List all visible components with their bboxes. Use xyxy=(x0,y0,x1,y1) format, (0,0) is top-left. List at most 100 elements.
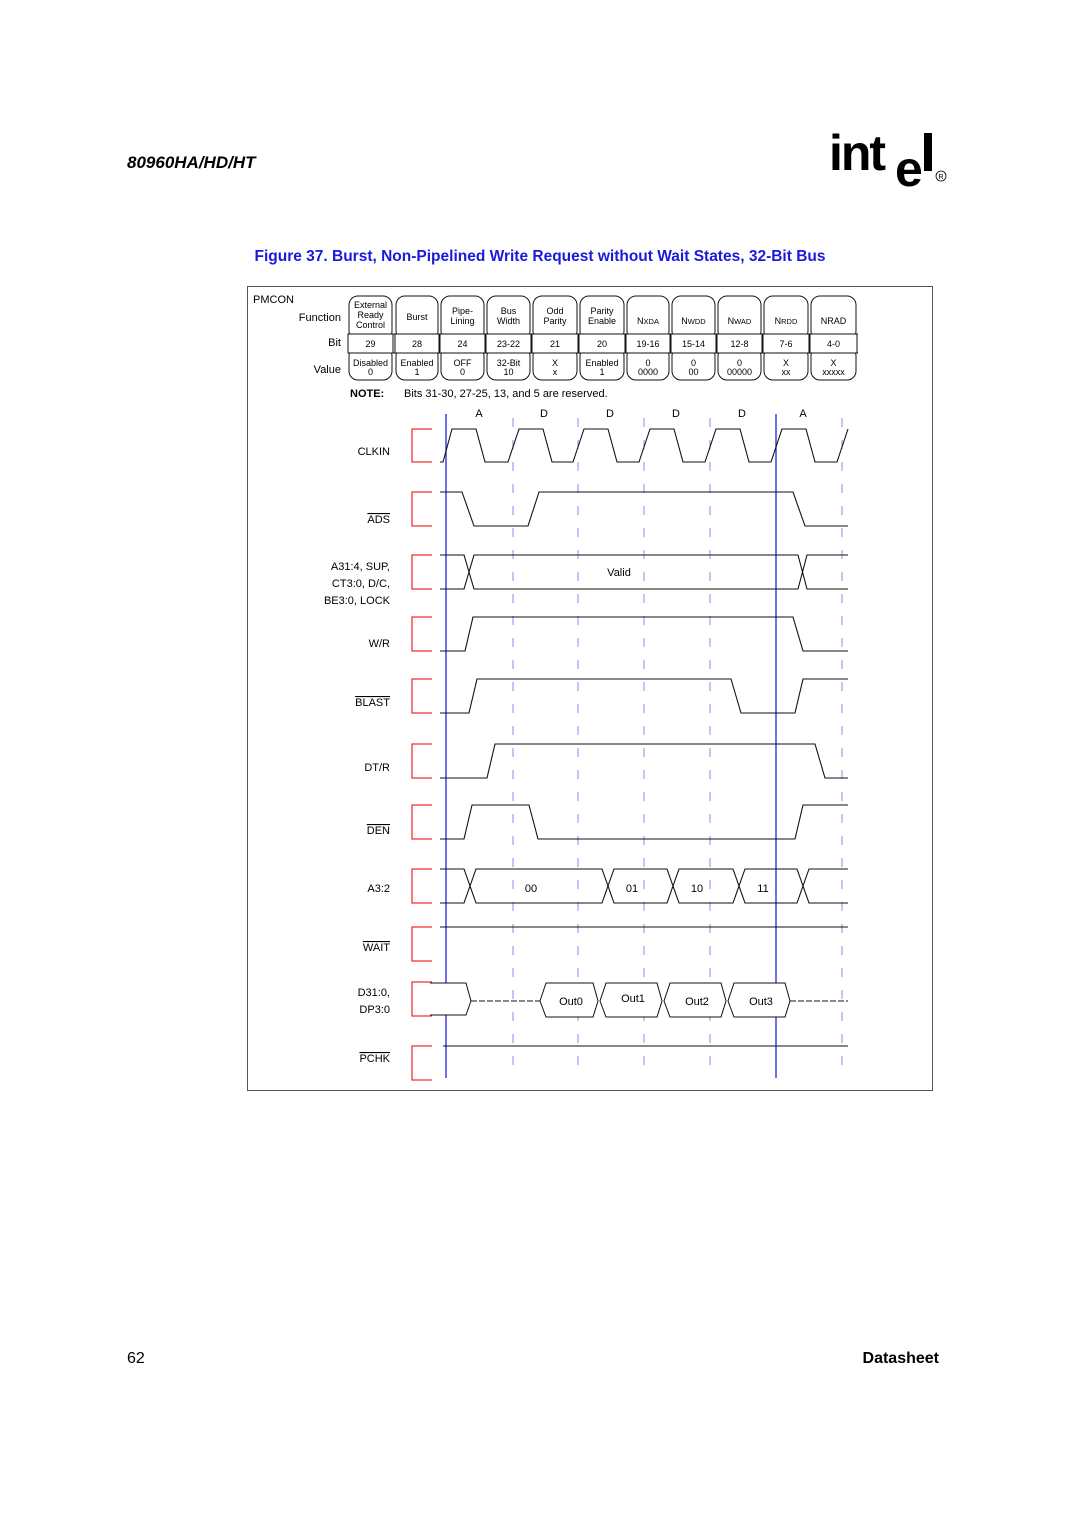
field-function-text: Control xyxy=(356,320,385,330)
phase-label: D xyxy=(606,408,614,420)
phase-label: A xyxy=(799,408,807,420)
field-value-code: 1 xyxy=(414,367,419,377)
signal-bracket xyxy=(411,868,432,904)
field-function-text: NWDD xyxy=(681,316,706,326)
a32-bus-value: 00 xyxy=(525,883,537,895)
field-value-code: 00000 xyxy=(727,367,752,377)
field-function-subscript: RAD xyxy=(827,316,847,326)
signal-label: BE3:0, LOCK xyxy=(324,595,391,607)
row-label-bit: Bit xyxy=(328,337,341,349)
a32-bus-value: 01 xyxy=(626,883,638,895)
field-bit-text: 28 xyxy=(412,339,422,349)
field-bit-text: 20 xyxy=(597,339,607,349)
field-value-code: 1 xyxy=(599,367,604,377)
field-value-code: 10 xyxy=(503,367,513,377)
data-bus-value: Out2 xyxy=(685,996,709,1008)
field-bit-text: 15-14 xyxy=(682,339,705,349)
field-value-code: x xyxy=(553,367,558,377)
signal-blast: BLAST xyxy=(355,678,848,714)
page-number: 62 xyxy=(127,1350,145,1367)
signal-bracket xyxy=(411,428,432,463)
field-function-text: NWAD xyxy=(728,316,752,326)
field-function-text: Width xyxy=(497,316,520,326)
field-value-code: 0 xyxy=(368,367,373,377)
signal-label: PCHK xyxy=(359,1053,390,1065)
note-text: Bits 31-30, 27-25, 13, and 5 are reserve… xyxy=(404,388,608,400)
field-function-subscript: XDA xyxy=(644,317,659,326)
field-function-text: Enable xyxy=(588,316,616,326)
field-bit-text: 7-6 xyxy=(779,339,792,349)
note-label: NOTE: xyxy=(350,388,384,400)
signal-addr: A31:4, SUP, CT3:0, D/C, BE3:0, LOCK Valid xyxy=(324,554,848,607)
phase-label: A xyxy=(475,408,483,420)
signal-label: DEN xyxy=(367,825,390,837)
signal-bracket xyxy=(411,678,432,714)
field-value-code: 0000 xyxy=(638,367,658,377)
field-bit-text: 24 xyxy=(457,339,467,349)
signal-bracket xyxy=(411,926,432,962)
field-function-text: Pipe- xyxy=(452,306,473,316)
phase-label: D xyxy=(540,408,548,420)
field-value-code: 00 xyxy=(688,367,698,377)
phase-label: D xyxy=(738,408,746,420)
field-function-text: NRDD xyxy=(775,316,798,326)
field-value-code: xxxxx xyxy=(822,367,845,377)
field-bit-text: 19-16 xyxy=(636,339,659,349)
signal-bracket xyxy=(411,1045,432,1081)
field-function-subscript: WAD xyxy=(734,317,752,326)
phase-labels: ADDDDA xyxy=(475,408,807,420)
signal-bracket xyxy=(411,616,432,652)
field-function-text: Burst xyxy=(406,312,428,322)
signal-label: DP3:0 xyxy=(359,1004,390,1016)
signal-bracket xyxy=(411,804,432,840)
signal-label: D31:0, xyxy=(358,987,390,999)
phase-label: D xyxy=(672,408,680,420)
field-function-text: Parity xyxy=(543,316,567,326)
row-label-function: Function xyxy=(299,312,341,324)
signal-data: D31:0, DP3:0 Out0 Out1 Out2 Out3 xyxy=(358,981,848,1018)
footer-doc-type: Datasheet xyxy=(862,1350,939,1367)
signal-pchk: PCHK xyxy=(359,1045,848,1081)
signal-label: WAIT xyxy=(363,942,390,954)
field-function-text: Lining xyxy=(450,316,474,326)
clock-edge-markers xyxy=(445,414,843,1078)
addr-bus-value: Valid xyxy=(607,567,631,579)
signal-label: CT3:0, D/C, xyxy=(332,578,390,590)
field-function-text: Bus xyxy=(501,306,517,316)
data-bus-value: Out1 xyxy=(621,993,645,1005)
field-value-code: 0 xyxy=(460,367,465,377)
clkin-waveform xyxy=(440,428,849,463)
field-function-text: External xyxy=(354,300,387,310)
timing-diagram: PMCON Function Bit Value ExternalReadyCo… xyxy=(253,294,858,1081)
field-bit-text: 21 xyxy=(550,339,560,349)
field-bit-text: 23-22 xyxy=(497,339,520,349)
signal-bracket xyxy=(411,743,432,779)
signal-label: DT/R xyxy=(364,762,390,774)
field-value-code: xx xyxy=(782,367,792,377)
signal-bracket xyxy=(411,554,432,590)
field-bit-text: 4-0 xyxy=(827,339,840,349)
signal-wait: WAIT xyxy=(363,926,848,962)
a32-bus-value: 11 xyxy=(757,883,768,895)
pmcon-title: PMCON xyxy=(253,294,294,306)
signal-label: BLAST xyxy=(355,697,390,709)
row-label-value: Value xyxy=(314,364,341,376)
field-function-text: NRAD xyxy=(821,316,847,326)
pmcon-register-table: ExternalReadyControl29Disabled0Burst28En… xyxy=(347,295,858,381)
signal-label: A31:4, SUP, xyxy=(331,561,390,573)
signal-bracket xyxy=(411,491,432,527)
a32-bus-value: 10 xyxy=(691,883,703,895)
data-bus-value: Out3 xyxy=(749,996,773,1008)
signal-label: A3:2 xyxy=(367,883,390,895)
signal-label: ADS xyxy=(367,514,390,526)
data-initial-segment xyxy=(430,982,472,1016)
signal-waveforms: CLKIN ADS A31:4, SUP, CT3:0, D/C, BE3:0, LOC… xyxy=(324,428,849,1081)
field-function-text: Odd xyxy=(546,306,563,316)
field-bit-text: 12-8 xyxy=(730,339,748,349)
field-function-text: Ready xyxy=(357,310,384,320)
signal-clkin: CLKIN xyxy=(358,428,849,463)
data-bus-value: Out0 xyxy=(559,996,583,1008)
field-function-text: NXDA xyxy=(637,316,659,326)
field-function-subscript: RDD xyxy=(781,317,798,326)
signal-label: CLKIN xyxy=(358,446,390,458)
